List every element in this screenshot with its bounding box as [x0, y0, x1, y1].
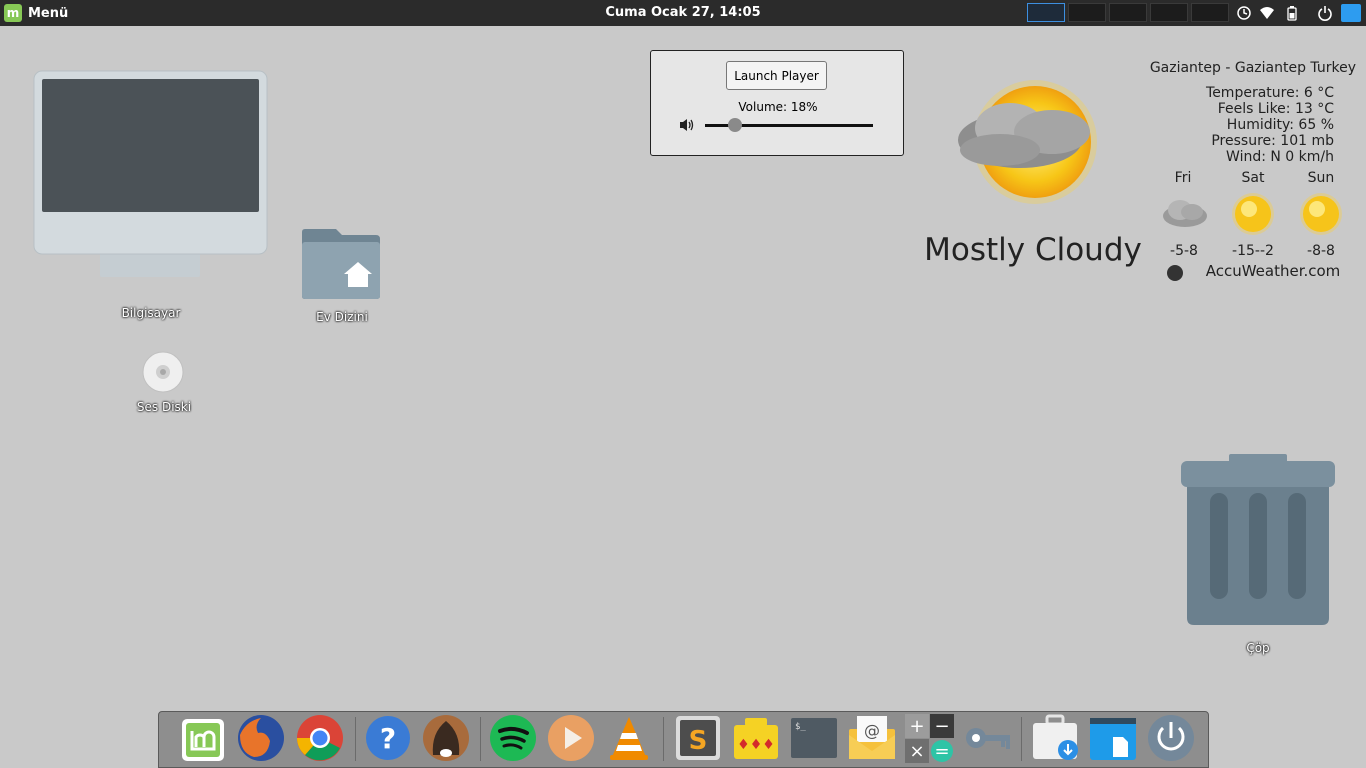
mail-icon[interactable]: @	[847, 713, 897, 763]
media-player-widget: Launch Player Volume: 18%	[650, 50, 904, 156]
sun-icon	[1300, 193, 1342, 235]
menu-label: Menü	[28, 5, 69, 21]
files-icon[interactable]	[1088, 713, 1138, 763]
top-panel: m Menü Cuma Ocak 27, 14:05	[0, 0, 1366, 26]
weather-condition: Mostly Cloudy	[924, 232, 1142, 268]
media-player-icon[interactable]	[546, 713, 596, 763]
forecast-temps: -8-8	[1307, 243, 1335, 259]
dock-separator	[663, 717, 664, 761]
home-label: Ev Dizini	[316, 310, 368, 324]
wifi-icon[interactable]	[1259, 5, 1275, 21]
menu-button[interactable]: m Menü	[4, 2, 68, 24]
weather-big-icon	[940, 70, 1120, 220]
svg-text:×: ×	[909, 741, 924, 762]
dock-separator	[480, 717, 481, 761]
computer-desktop-icon[interactable]	[33, 70, 268, 280]
terminal-icon[interactable]: $_	[789, 713, 839, 763]
trash-desktop-icon[interactable]	[1180, 453, 1336, 628]
trash-label: Çöp	[1246, 641, 1270, 655]
vlc-icon[interactable]	[604, 713, 654, 763]
svg-text:♦♦♦: ♦♦♦	[737, 737, 775, 753]
folder-home-icon	[302, 229, 380, 299]
chrome-icon[interactable]	[295, 713, 345, 763]
workspace-5[interactable]	[1191, 3, 1229, 22]
cd-icon	[142, 351, 184, 393]
forecast-temps: -15--2	[1232, 243, 1274, 259]
package-icon[interactable]: ♦♦♦	[731, 713, 781, 763]
sublime-text-icon[interactable]: S	[673, 713, 723, 763]
svg-text:$_: $_	[795, 722, 806, 732]
volume-label: Volume: 18%	[738, 100, 818, 114]
spotify-icon[interactable]	[488, 713, 538, 763]
weather-pressure: Pressure: 101 mb	[1211, 133, 1334, 149]
clock-icon[interactable]	[1236, 5, 1252, 21]
software-install-icon[interactable]	[1030, 713, 1080, 763]
workspace-1[interactable]	[1027, 3, 1065, 22]
trash-icon	[1181, 454, 1335, 625]
home-folder-icon[interactable]	[300, 228, 382, 300]
weather-wind: Wind: N 0 km/h	[1226, 149, 1334, 165]
weather-temperature: Temperature: 6 °C	[1206, 85, 1334, 101]
workspace-2[interactable]	[1068, 3, 1106, 22]
sun-icon	[1232, 193, 1274, 235]
forecast-day: Sun	[1307, 170, 1335, 186]
svg-text:S: S	[689, 726, 708, 756]
calculator-icon[interactable]: + − × =	[905, 713, 955, 763]
svg-text:?: ?	[380, 722, 396, 755]
weather-feels-like: Feels Like: 13 °C	[1217, 101, 1334, 117]
volume-slider-thumb[interactable]	[728, 118, 743, 132]
weather-provider-link[interactable]: AccuWeather.com	[1195, 262, 1351, 280]
forecast-day: Sat	[1241, 170, 1265, 186]
power-icon[interactable]	[1146, 713, 1196, 763]
mint-logo-icon: m	[4, 4, 22, 22]
svg-text:@: @	[864, 721, 880, 740]
forecast-temps: -5-8	[1170, 243, 1198, 259]
workspace-3[interactable]	[1109, 3, 1147, 22]
svg-text:+: +	[909, 716, 924, 737]
workspace-4[interactable]	[1150, 3, 1188, 22]
refresh-icon[interactable]	[1167, 265, 1183, 281]
dock-separator	[355, 717, 356, 761]
weather-humidity: Humidity: 65 %	[1226, 117, 1334, 133]
tor-browser-icon[interactable]	[421, 713, 471, 763]
show-desktop-icon[interactable]	[1341, 4, 1361, 22]
battery-icon[interactable]	[1284, 5, 1300, 21]
power-icon[interactable]	[1317, 5, 1333, 21]
cloudy-icon	[1163, 200, 1207, 227]
speaker-icon[interactable]	[679, 118, 695, 132]
mint-menu-icon[interactable]	[178, 715, 228, 765]
launch-player-button[interactable]: Launch Player	[726, 61, 827, 90]
key-icon[interactable]	[963, 713, 1013, 763]
weather-location: Gaziantep - Gaziantep Turkey	[1149, 60, 1356, 76]
audio-disc-icon[interactable]	[142, 351, 184, 393]
svg-text:−: −	[934, 716, 949, 737]
computer-label: Bilgisayar	[121, 306, 181, 320]
dock-separator	[1021, 717, 1022, 761]
monitor-icon	[33, 70, 268, 277]
firefox-icon[interactable]	[236, 713, 286, 763]
audio-disc-label: Ses Diski	[136, 400, 192, 414]
help-icon[interactable]: ?	[363, 713, 413, 763]
forecast-day: Fri	[1174, 170, 1192, 186]
svg-text:=: =	[934, 741, 949, 762]
